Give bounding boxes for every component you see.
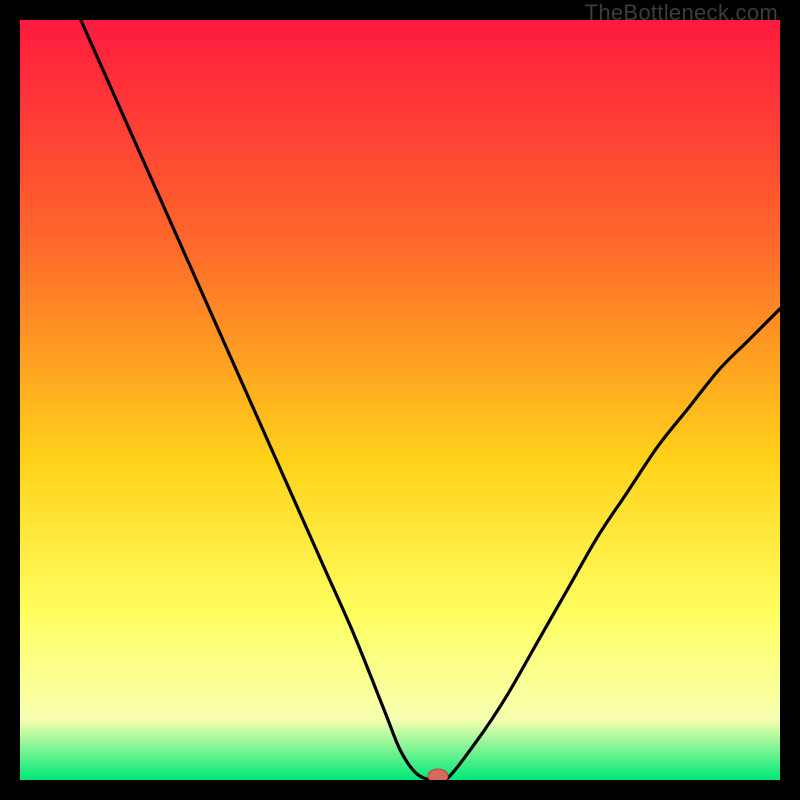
optimal-point-marker (428, 769, 448, 780)
gradient-background (20, 20, 780, 780)
bottleneck-chart (20, 20, 780, 780)
chart-frame: TheBottleneck.com (0, 0, 800, 800)
